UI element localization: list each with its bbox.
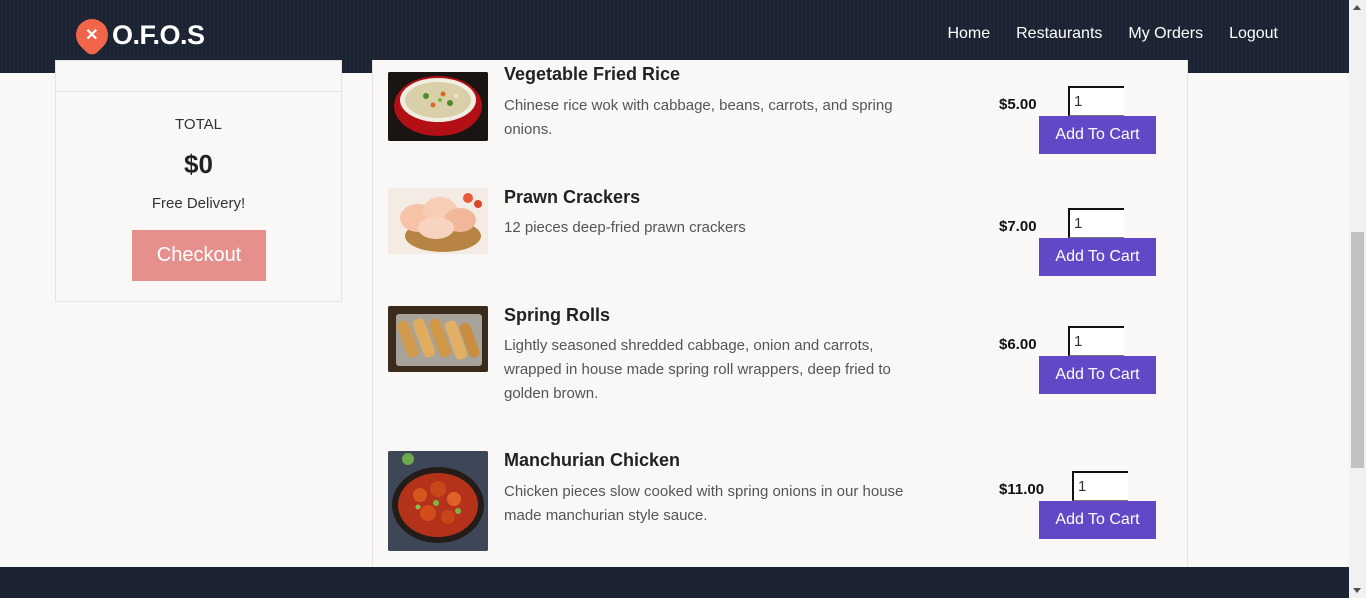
- add-to-cart-button[interactable]: Add To Cart: [1039, 238, 1156, 276]
- add-to-cart-button[interactable]: Add To Cart: [1039, 116, 1156, 154]
- menu-item: Prawn Crackers 12 pieces deep-fried praw…: [388, 187, 1156, 277]
- item-description: 12 pieces deep-fried prawn crackers: [504, 219, 746, 236]
- checkout-button[interactable]: Checkout: [132, 230, 266, 281]
- item-image-fried-rice: [388, 72, 488, 141]
- nav-restaurants[interactable]: Restaurants: [1016, 25, 1102, 43]
- item-image-manchurian-chicken: [388, 451, 488, 551]
- item-name: Manchurian Chicken: [504, 450, 681, 470]
- menu-item: Vegetable Fried Rice Chinese rice wok wi…: [388, 60, 1156, 154]
- footer: [0, 567, 1349, 598]
- scroll-down-arrow-icon[interactable]: [1353, 588, 1361, 593]
- item-price: $7.00: [999, 218, 1037, 235]
- brand-name: O.F.O.S: [112, 19, 205, 50]
- nav-my-orders[interactable]: My Orders: [1128, 25, 1203, 43]
- item-description: Chicken pieces slow cooked with spring o…: [504, 483, 904, 524]
- item-price: $5.00: [999, 96, 1037, 113]
- brand-logo[interactable]: ✕ O.F.O.S: [69, 12, 205, 58]
- item-name: Prawn Crackers: [504, 187, 641, 207]
- quantity-input[interactable]: [1068, 326, 1124, 356]
- cart-summary: TOTAL $0 Free Delivery! Checkout: [55, 60, 342, 302]
- item-price: $6.00: [999, 336, 1037, 353]
- total-amount: $0: [184, 149, 213, 179]
- item-price: $11.00: [999, 481, 1045, 498]
- menu-item: Spring Rolls Lightly seasoned shredded c…: [388, 305, 1156, 415]
- menu-item: Manchurian Chicken Chicken pieces slow c…: [388, 450, 1156, 560]
- item-name: Vegetable Fried Rice: [504, 64, 681, 84]
- fork-knife-pin-icon: ✕: [69, 12, 115, 58]
- divider: [56, 91, 341, 92]
- quantity-input[interactable]: [1072, 471, 1128, 501]
- item-image-prawn-crackers: [388, 188, 488, 254]
- main-nav: Home Restaurants My Orders Logout: [947, 25, 1278, 43]
- page-scrollbar[interactable]: [1349, 0, 1366, 598]
- scroll-thumb[interactable]: [1351, 232, 1364, 468]
- nav-logout[interactable]: Logout: [1229, 25, 1278, 43]
- quantity-input[interactable]: [1068, 208, 1124, 238]
- item-image-spring-rolls: [388, 306, 488, 372]
- item-description: Chinese rice wok with cabbage, beans, ca…: [504, 97, 893, 138]
- delivery-note: Free Delivery!: [151, 195, 246, 212]
- quantity-input[interactable]: [1068, 86, 1124, 116]
- scroll-up-arrow-icon[interactable]: [1353, 5, 1361, 10]
- item-description: Lightly seasoned shredded cabbage, onion…: [504, 337, 891, 402]
- item-name: Spring Rolls: [504, 305, 611, 325]
- add-to-cart-button[interactable]: Add To Cart: [1039, 501, 1156, 539]
- nav-home[interactable]: Home: [947, 25, 990, 43]
- add-to-cart-button[interactable]: Add To Cart: [1039, 356, 1156, 394]
- total-label: TOTAL: [175, 116, 222, 133]
